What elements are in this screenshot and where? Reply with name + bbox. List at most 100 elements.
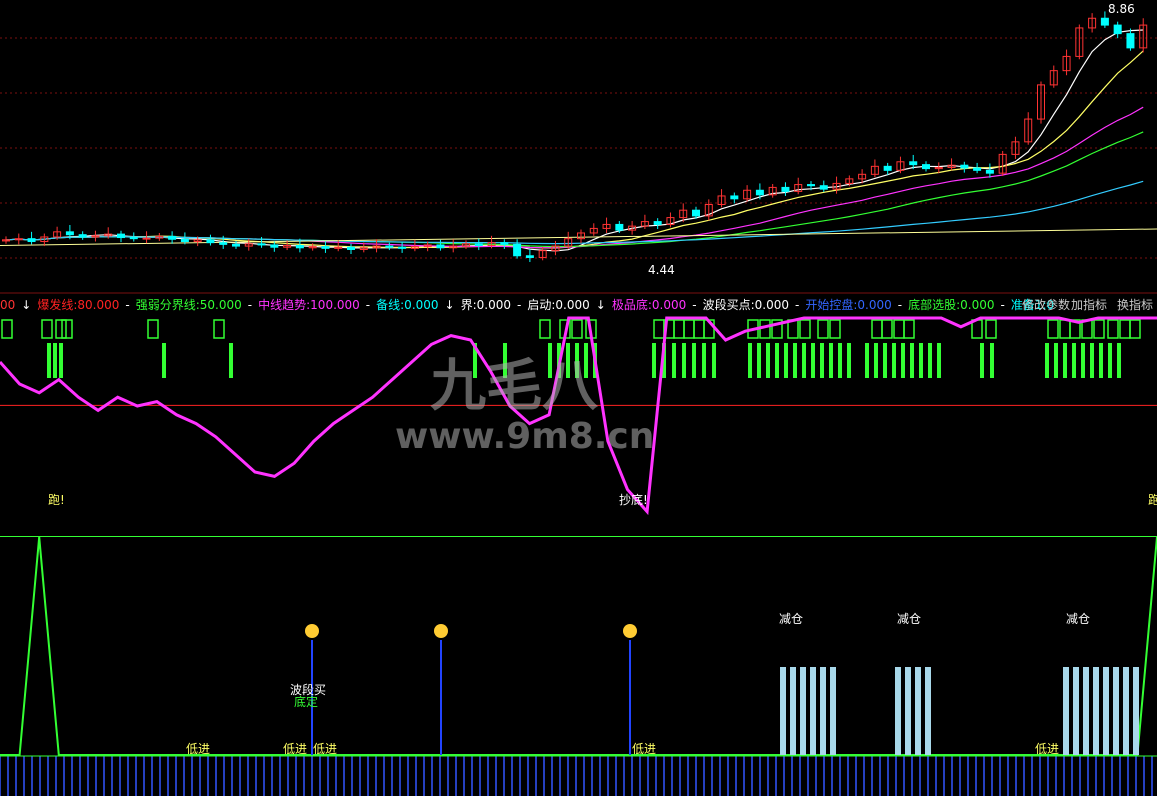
- signal-bar-30: [838, 343, 842, 378]
- signal-bar-43: [1045, 343, 1049, 378]
- legend-item-13: ↓: [595, 298, 606, 312]
- reduce-bar-9: [925, 667, 931, 755]
- reduce-bar-12: [1083, 667, 1089, 755]
- high-price-label: 8.86: [1108, 2, 1135, 16]
- watermark-url: www.9m8.cn: [395, 416, 654, 457]
- signal-bar-1: [53, 343, 57, 378]
- legend-item-14: 极品底:0.000: [611, 298, 687, 312]
- reduce-bar-3: [810, 667, 816, 755]
- signal-box-30: [1059, 319, 1071, 339]
- signal-box-25: [893, 319, 905, 339]
- candle-body-76: [973, 167, 982, 171]
- signal-bar-50: [1108, 343, 1112, 378]
- reduce-label-1: 减仓: [779, 612, 803, 626]
- signal-bar-4: [229, 343, 233, 378]
- signal-box-2: [55, 319, 67, 339]
- legend-item-18: 开始控盘:0.000: [805, 298, 892, 312]
- signal-bar-20: [748, 343, 752, 378]
- reduce-bar-17: [1133, 667, 1139, 755]
- reduce-bar-7: [905, 667, 911, 755]
- signal-labels: 跑! 跑 抄底! 减仓 减仓 减仓 波段买 底定 低进 低进 低进 低进 低进: [48, 492, 1157, 756]
- smiley-icon-0: [305, 624, 319, 638]
- candle-body-86: [1100, 17, 1109, 26]
- smiley-icon-1: [434, 624, 448, 638]
- signal-bar-51: [1117, 343, 1121, 378]
- candle-body-37: [474, 243, 483, 247]
- price-grid: [0, 37, 1157, 259]
- candle-body-10: [129, 237, 138, 240]
- signal-bar-26: [802, 343, 806, 378]
- reduce-bar-14: [1103, 667, 1109, 755]
- low-enter-label-5: 低进: [1035, 742, 1059, 756]
- signal-box-21: [817, 319, 829, 339]
- legend-item-5: -: [247, 298, 253, 312]
- candle-body-20: [257, 243, 266, 246]
- candlestick-series: [2, 11, 1148, 263]
- signal-box-8: [571, 319, 583, 339]
- signal-bar-38: [919, 343, 923, 378]
- candle-body-61: [781, 186, 790, 192]
- legend-item-11: -: [517, 298, 522, 312]
- reduce-bar-10: [1063, 667, 1069, 755]
- candle-body-54: [692, 209, 700, 217]
- signal-box-14: [693, 319, 705, 339]
- signal-box-24: [881, 319, 893, 339]
- signal-box-35: [1119, 319, 1131, 339]
- candle-body-30: [385, 245, 394, 248]
- signal-bar-33: [874, 343, 878, 378]
- signal-bar-0: [47, 343, 51, 378]
- signal-bar-32: [865, 343, 869, 378]
- signal-bar-40: [937, 343, 941, 378]
- signal-bar-23: [775, 343, 779, 378]
- signal-bar-36: [901, 343, 905, 378]
- candle-body-25: [321, 246, 330, 249]
- candle-body-77: [985, 169, 994, 174]
- signal-box-29: [1047, 319, 1059, 339]
- legend-item-19: -: [897, 298, 903, 312]
- run-signal-line: [0, 536, 1157, 756]
- ma-line-30: [5, 131, 1144, 248]
- candle-body-63: [807, 184, 815, 187]
- signal-bar-24: [784, 343, 788, 378]
- signal-bar-28: [820, 343, 824, 378]
- legend-item-1: ↓: [21, 298, 32, 312]
- low-price-label: 4.44: [648, 263, 675, 277]
- legend-item-15: -: [692, 298, 697, 312]
- legend-item-0: 00: [0, 298, 16, 312]
- legend-item-2: 爆发线:80.000: [37, 298, 120, 312]
- add-indicator-button[interactable]: 加指标: [1071, 296, 1107, 313]
- signal-box-10: [653, 319, 665, 339]
- legend-item-3: -: [125, 298, 130, 312]
- switch-indicator-button[interactable]: 换指标: [1117, 296, 1153, 313]
- signal-bar-15: [672, 343, 676, 378]
- candle-body-57: [730, 195, 739, 200]
- bottom-fish-signal: 抄底!: [619, 492, 648, 507]
- signal-bar-35: [892, 343, 896, 378]
- signal-bar-18: [702, 343, 706, 378]
- candle-body-48: [615, 223, 624, 231]
- candle-body-18: [232, 243, 240, 247]
- signal-box-0: [1, 319, 13, 339]
- candle-body-34: [436, 244, 445, 249]
- bottom-confirm-label: 底定: [294, 694, 318, 709]
- candle-body-88: [1126, 33, 1135, 49]
- ma-line-60: [5, 180, 1144, 245]
- signal-bar-17: [692, 343, 696, 378]
- low-enter-label-4: 低进: [632, 742, 656, 756]
- modify-params-button[interactable]: 修改参数: [1022, 296, 1070, 313]
- watermark-logo: 九毛八: [430, 354, 599, 419]
- signal-box-20: [799, 319, 811, 339]
- legend-item-4: 强弱分界线:50.000: [135, 298, 242, 312]
- signal-bar-13: [652, 343, 656, 378]
- candle-body-51: [653, 221, 662, 225]
- signal-box-12: [673, 319, 685, 339]
- candle-body-31: [398, 246, 407, 249]
- signal-bar-34: [883, 343, 887, 378]
- signal-box-3: [61, 319, 73, 339]
- signal-bar-29: [829, 343, 833, 378]
- signal-bar-27: [811, 343, 815, 378]
- candle-body-59: [755, 189, 764, 196]
- legend-item-12: 启动:0.000: [527, 298, 590, 312]
- reduce-bar-2: [800, 667, 806, 755]
- signal-bar-49: [1099, 343, 1103, 378]
